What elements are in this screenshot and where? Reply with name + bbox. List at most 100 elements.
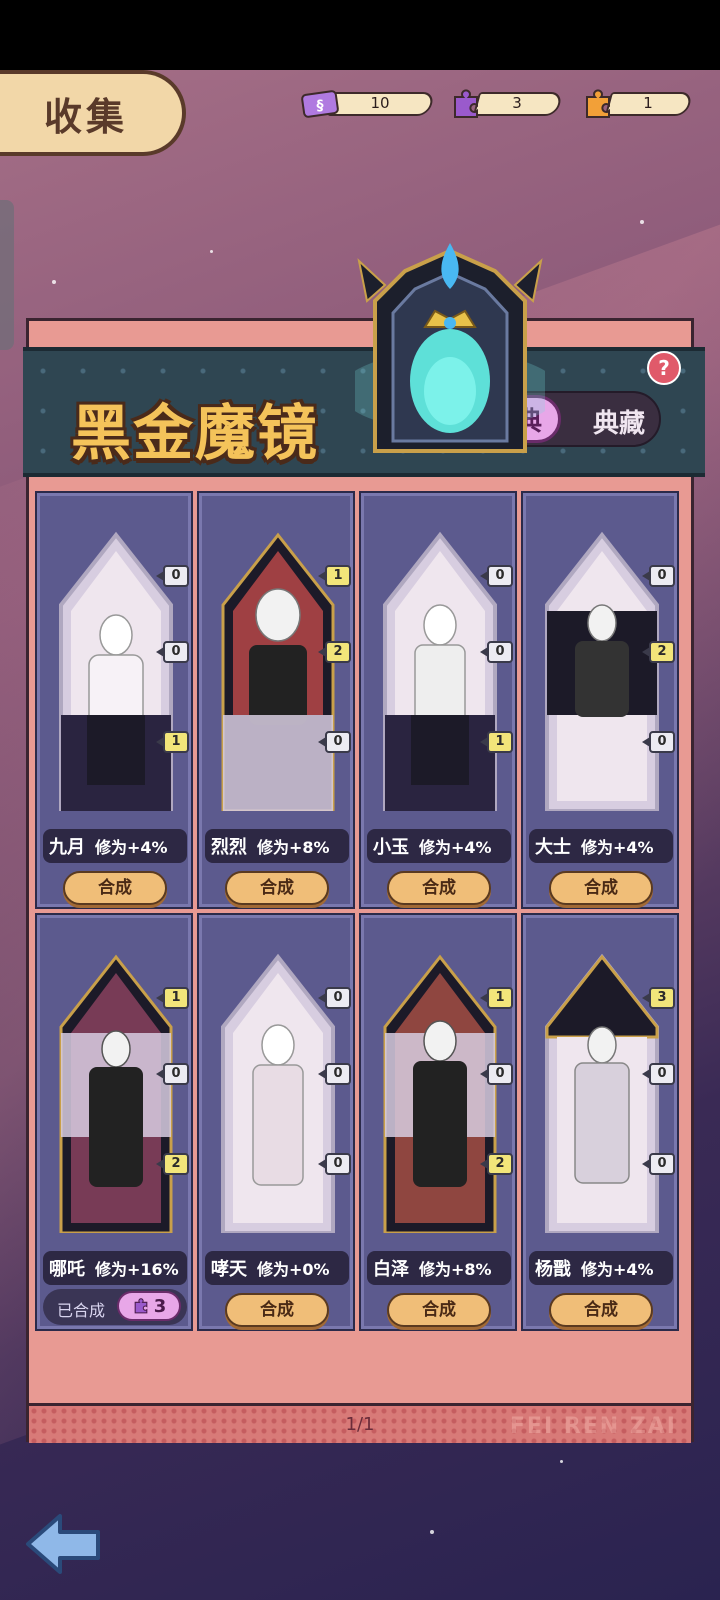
help-button[interactable]: ? [647, 351, 681, 385]
purple-puzzle-icon [134, 1298, 148, 1314]
compose-button[interactable]: 合成 [63, 871, 167, 905]
currency-ticket-value: 10 [370, 94, 390, 112]
piece-count-badge: 0 [318, 1063, 351, 1085]
composed-count: 3 [153, 1295, 167, 1317]
piece-count-badge: 0 [318, 1153, 351, 1175]
card-name-bar: 烈烈 修为+8% [205, 829, 349, 863]
compose-button[interactable]: 合成 [387, 871, 491, 905]
card-name-bar: 大士 修为+4% [529, 829, 673, 863]
piece-count-badge: 2 [642, 641, 675, 663]
card-name: 哮天 [211, 1259, 247, 1280]
card-frame-image [221, 953, 335, 1233]
compose-button[interactable]: 合成 [549, 871, 653, 905]
card-name: 哪吒 [49, 1259, 85, 1280]
back-arrow-icon[interactable] [24, 1510, 104, 1578]
card-bonus: 修为+4% [95, 838, 168, 857]
card-name: 白泽 [373, 1259, 409, 1280]
watermark-text: FEI REN ZAI [509, 1414, 677, 1439]
ticket-icon: § [300, 86, 340, 122]
piece-count-badge: 0 [318, 731, 351, 753]
compose-button[interactable]: 合成 [225, 1293, 329, 1327]
card-bonus: 修为+4% [581, 838, 654, 857]
svg-text:§: § [317, 98, 324, 114]
card-frame-image [59, 531, 173, 811]
mode-collector-tab[interactable]: 典藏 [593, 403, 645, 440]
composed-count-pill: 3 [117, 1291, 181, 1321]
card-bonus: 修为+8% [419, 1260, 492, 1279]
composed-indicator: 已合成 3 [43, 1289, 187, 1325]
piece-count-badge: 2 [156, 1153, 189, 1175]
card-frame-image [383, 954, 497, 1233]
piece-count-badge: 0 [480, 565, 513, 587]
purple-puzzle-icon [446, 86, 486, 122]
card-name-bar: 哪吒 修为+16% [43, 1251, 187, 1285]
page-title-tab: 收集 [0, 70, 186, 156]
card-frame-image [545, 531, 659, 811]
piece-count-badge: 2 [318, 641, 351, 663]
card-bonus: 修为+8% [257, 838, 330, 857]
page-title: 收集 [43, 94, 128, 139]
card-dashi[interactable]: 0 2 0 大士 修为+4% 合成 [521, 491, 679, 909]
mirror-emblem-image [355, 243, 545, 453]
piece-count-badge: 0 [480, 1063, 513, 1085]
compose-button[interactable]: 合成 [387, 1293, 491, 1327]
card-bonus: 修为+4% [581, 1260, 654, 1279]
collection-title: 黑金魔镜 [71, 399, 319, 469]
card-frame-image [59, 954, 173, 1233]
piece-count-badge: 0 [318, 987, 351, 1009]
card-name: 九月 [49, 837, 85, 858]
card-baize[interactable]: 1 0 2 白泽 修为+8% 合成 [359, 913, 517, 1331]
game-screen: 收集 § 10 3 1 黑金魔镜 ? 经典 [0, 70, 720, 1600]
card-name-bar: 白泽 修为+8% [367, 1251, 511, 1285]
star-sparkle [210, 250, 213, 253]
piece-count-badge: 0 [642, 565, 675, 587]
currency-ticket[interactable]: § 10 [300, 90, 436, 118]
currency-purple-puzzle[interactable]: 3 [446, 89, 564, 118]
currency-orange-value: 1 [643, 94, 653, 112]
currency-purple-value: 3 [512, 94, 522, 112]
star-sparkle [640, 220, 644, 224]
piece-count-badge: 0 [642, 1063, 675, 1085]
piece-count-badge: 0 [156, 565, 189, 587]
card-bonus: 修为+0% [257, 1260, 330, 1279]
card-frame-image [221, 532, 335, 811]
card-lielie[interactable]: 1 2 0 烈烈 修为+8% 合成 [197, 491, 355, 909]
compose-button[interactable]: 合成 [549, 1293, 653, 1327]
piece-count-badge: 3 [642, 987, 675, 1009]
star-sparkle [430, 1530, 434, 1534]
piece-count-badge: 0 [156, 641, 189, 663]
card-name-bar: 哮天 修为+0% [205, 1251, 349, 1285]
piece-count-badge: 0 [642, 1153, 675, 1175]
card-jiuyue[interactable]: 0 0 1 九月 修为+4% 合成 [35, 491, 193, 909]
card-xiaotian[interactable]: 0 0 0 哮天 修为+0% 合成 [197, 913, 355, 1331]
card-nezha[interactable]: 1 0 2 哪吒 修为+16% 已合成 3 [35, 913, 193, 1331]
card-frame-image [545, 953, 659, 1233]
card-name: 杨戬 [535, 1259, 571, 1280]
piece-count-badge: 1 [156, 987, 189, 1009]
card-name-bar: 九月 修为+4% [43, 829, 187, 863]
compose-button[interactable]: 合成 [225, 871, 329, 905]
card-bonus: 修为+4% [419, 838, 492, 857]
piece-count-badge: 0 [156, 1063, 189, 1085]
currency-orange-puzzle[interactable]: 1 [578, 89, 694, 118]
card-name-bar: 杨戬 修为+4% [529, 1251, 673, 1285]
card-name: 大士 [535, 837, 571, 858]
piece-count-badge: 0 [642, 731, 675, 753]
collection-panel: 黑金魔镜 ? 经典 典藏 [23, 243, 705, 1443]
card-yangjian[interactable]: 3 0 0 杨戬 修为+4% 合成 [521, 913, 679, 1331]
panel-footer: 1/1 FEI REN ZAI [29, 1403, 691, 1443]
card-name: 烈烈 [211, 837, 247, 858]
card-name: 小玉 [373, 837, 409, 858]
card-frame-image [383, 531, 497, 811]
card-bonus: 修为+16% [95, 1260, 179, 1279]
card-xiaoyu[interactable]: 0 0 1 小玉 修为+4% 合成 [359, 491, 517, 909]
star-sparkle [560, 1460, 563, 1463]
side-drawer-handle[interactable] [0, 200, 14, 350]
piece-count-badge: 1 [480, 987, 513, 1009]
composed-label: 已合成 [57, 1301, 106, 1320]
piece-count-badge: 0 [480, 641, 513, 663]
piece-count-badge: 1 [156, 731, 189, 753]
piece-count-badge: 1 [480, 731, 513, 753]
piece-count-badge: 2 [480, 1153, 513, 1175]
orange-puzzle-icon [578, 86, 618, 122]
